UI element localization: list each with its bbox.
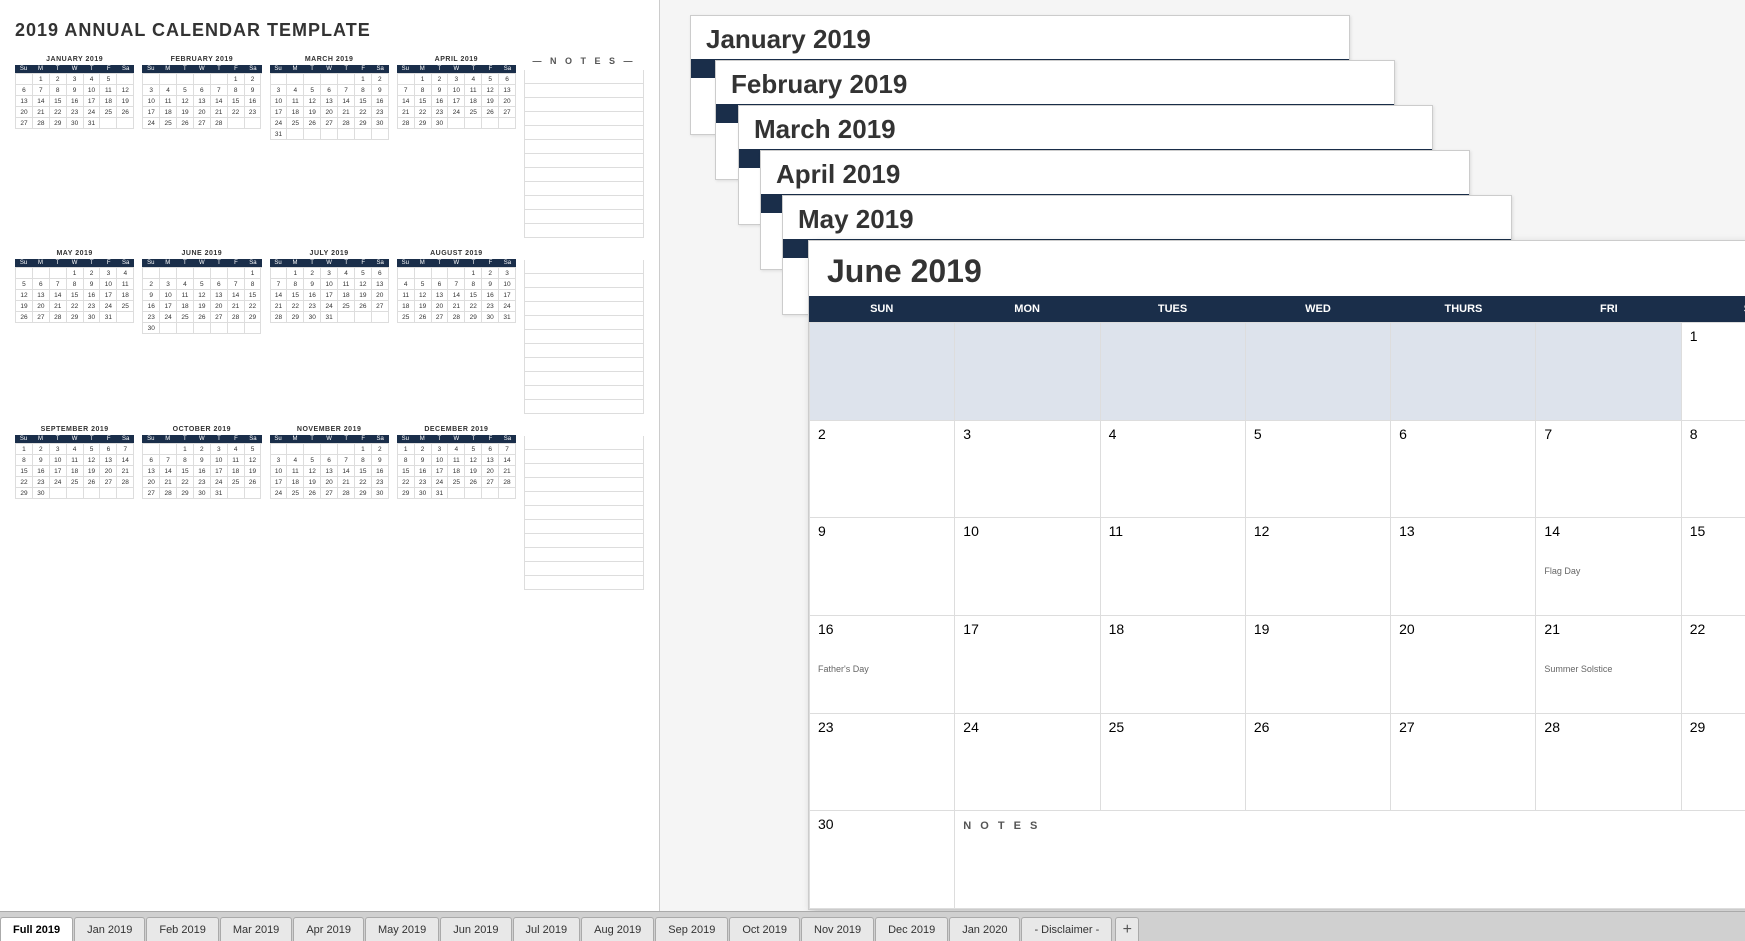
summer-solstice-label: Summer Solstice bbox=[1544, 664, 1672, 674]
mid-months-row: MAY 2019 SuMTWTFSa 1234 567891011 121314… bbox=[15, 250, 644, 414]
mini-cal-mar-body: 12 3456789 10111213141516 17181920212223… bbox=[270, 73, 389, 140]
page-title: 2019 ANNUAL CALENDAR TEMPLATE bbox=[15, 20, 644, 41]
mini-cal-feb-body: 12 3456789 10111213141516 17181920212223… bbox=[142, 73, 261, 129]
mini-cal-dec: DECEMBER 2019 SuMTWTFSa 1234567 89101112… bbox=[397, 426, 516, 590]
tab-add-button[interactable]: + bbox=[1115, 917, 1139, 941]
june-week-3: 9 10 11 12 13 14 Flag Day 15 bbox=[810, 518, 1745, 616]
june-full-title: June 2019 bbox=[809, 241, 1745, 296]
june-body: 1 2 3 4 5 6 7 8 9 10 11 12 bbox=[809, 322, 1745, 909]
june-week-4: 16 Father's Day 17 18 19 20 21 Summer So… bbox=[810, 616, 1745, 714]
mini-cal-feb-header: SuMTWTFSa bbox=[142, 65, 261, 73]
june-week-2: 2 3 4 5 6 7 8 bbox=[810, 421, 1745, 519]
top-months-row: JANUARY 2019 SuMTWTFSa 12345 6789101112 … bbox=[15, 56, 644, 238]
june-week-5: 23 24 25 26 27 28 29 bbox=[810, 714, 1745, 812]
tab-nov-2019[interactable]: Nov 2019 bbox=[801, 917, 874, 941]
tab-oct-2019[interactable]: Oct 2019 bbox=[729, 917, 800, 941]
tab-disclaimer[interactable]: - Disclaimer - bbox=[1021, 917, 1112, 941]
fathers-day-label: Father's Day bbox=[818, 664, 946, 674]
notes-footer-label: N O T E S bbox=[963, 820, 1040, 832]
june-full-header: SUN MON TUES WED THURS FRI SAT bbox=[809, 296, 1745, 322]
right-panel: January 2019 SUN MON TUES WED THURS FRI … bbox=[660, 0, 1745, 911]
mini-cal-jan-body: 12345 6789101112 13141516171819 20212223… bbox=[15, 73, 134, 129]
mini-cal-sep: SEPTEMBER 2019 SuMTWTFSa 1234567 8910111… bbox=[15, 426, 134, 590]
mini-cal-jan-header: SuMTWTFSa bbox=[15, 65, 134, 73]
notes-lines bbox=[524, 70, 644, 238]
tab-may-2019[interactable]: May 2019 bbox=[365, 917, 439, 941]
notes-col-2 bbox=[524, 250, 644, 414]
tab-bar: Full 2019 Jan 2019 Feb 2019 Mar 2019 Apr… bbox=[0, 911, 1745, 941]
mini-cal-jan: JANUARY 2019 SuMTWTFSa 12345 6789101112 … bbox=[15, 56, 134, 238]
mini-cal-jul: JULY 2019 SuMTWTFSa 123456 78910111213 1… bbox=[270, 250, 389, 414]
left-panel: 2019 ANNUAL CALENDAR TEMPLATE JANUARY 20… bbox=[0, 0, 660, 911]
mini-cal-aug: AUGUST 2019 SuMTWTFSa 123 45678910 11121… bbox=[397, 250, 516, 414]
tab-dec-2019[interactable]: Dec 2019 bbox=[875, 917, 948, 941]
mini-cal-mar-header: SuMTWTFSa bbox=[270, 65, 389, 73]
may-title: May 2019 bbox=[783, 196, 1511, 239]
notes-col-3 bbox=[524, 426, 644, 590]
tab-feb-2019[interactable]: Feb 2019 bbox=[146, 917, 218, 941]
tab-apr-2019[interactable]: Apr 2019 bbox=[293, 917, 364, 941]
mini-cal-apr: APRIL 2019 SuMTWTFSa 123456 78910111213 … bbox=[397, 56, 516, 238]
tab-sep-2019[interactable]: Sep 2019 bbox=[655, 917, 728, 941]
flag-day-label: Flag Day bbox=[1544, 566, 1672, 576]
mini-cal-mar: MARCH 2019 SuMTWTFSa 12 3456789 10111213… bbox=[270, 56, 389, 238]
tab-jun-2019[interactable]: Jun 2019 bbox=[440, 917, 511, 941]
june-full-calendar: June 2019 SUN MON TUES WED THURS FRI SAT bbox=[808, 240, 1745, 910]
notes-col: — N O T E S — bbox=[524, 56, 644, 238]
june-week-6: 30 N O T E S bbox=[810, 811, 1745, 909]
tab-mar-2019[interactable]: Mar 2019 bbox=[220, 917, 292, 941]
mar-title: March 2019 bbox=[739, 106, 1432, 149]
mini-cal-feb: FEBRUARY 2019 SuMTWTFSa 12 3456789 10111… bbox=[142, 56, 261, 238]
mini-cal-nov: NOVEMBER 2019 SuMTWTFSa 12 3456789 10111… bbox=[270, 426, 389, 590]
apr-title: April 2019 bbox=[761, 151, 1469, 194]
mini-cal-oct: OCTOBER 2019 SuMTWTFSa 12345 6789101112 … bbox=[142, 426, 261, 590]
mini-cal-apr-header: SuMTWTFSa bbox=[397, 65, 516, 73]
tab-jul-2019[interactable]: Jul 2019 bbox=[513, 917, 581, 941]
tab-jan-2019[interactable]: Jan 2019 bbox=[74, 917, 145, 941]
jan-title: January 2019 bbox=[691, 16, 1349, 59]
june-week-1: 1 bbox=[810, 323, 1745, 421]
tab-full-2019[interactable]: Full 2019 bbox=[0, 917, 73, 941]
tab-aug-2019[interactable]: Aug 2019 bbox=[581, 917, 654, 941]
tab-jan-2020[interactable]: Jan 2020 bbox=[949, 917, 1020, 941]
bot-months-row: SEPTEMBER 2019 SuMTWTFSa 1234567 8910111… bbox=[15, 426, 644, 590]
mini-cal-apr-body: 123456 78910111213 14151617181920 212223… bbox=[397, 73, 516, 129]
feb-title: February 2019 bbox=[716, 61, 1394, 104]
mini-cal-may: MAY 2019 SuMTWTFSa 1234 567891011 121314… bbox=[15, 250, 134, 414]
mini-cal-jun: JUNE 2019 SuMTWTFSa 1 2345678 9101112131… bbox=[142, 250, 261, 414]
